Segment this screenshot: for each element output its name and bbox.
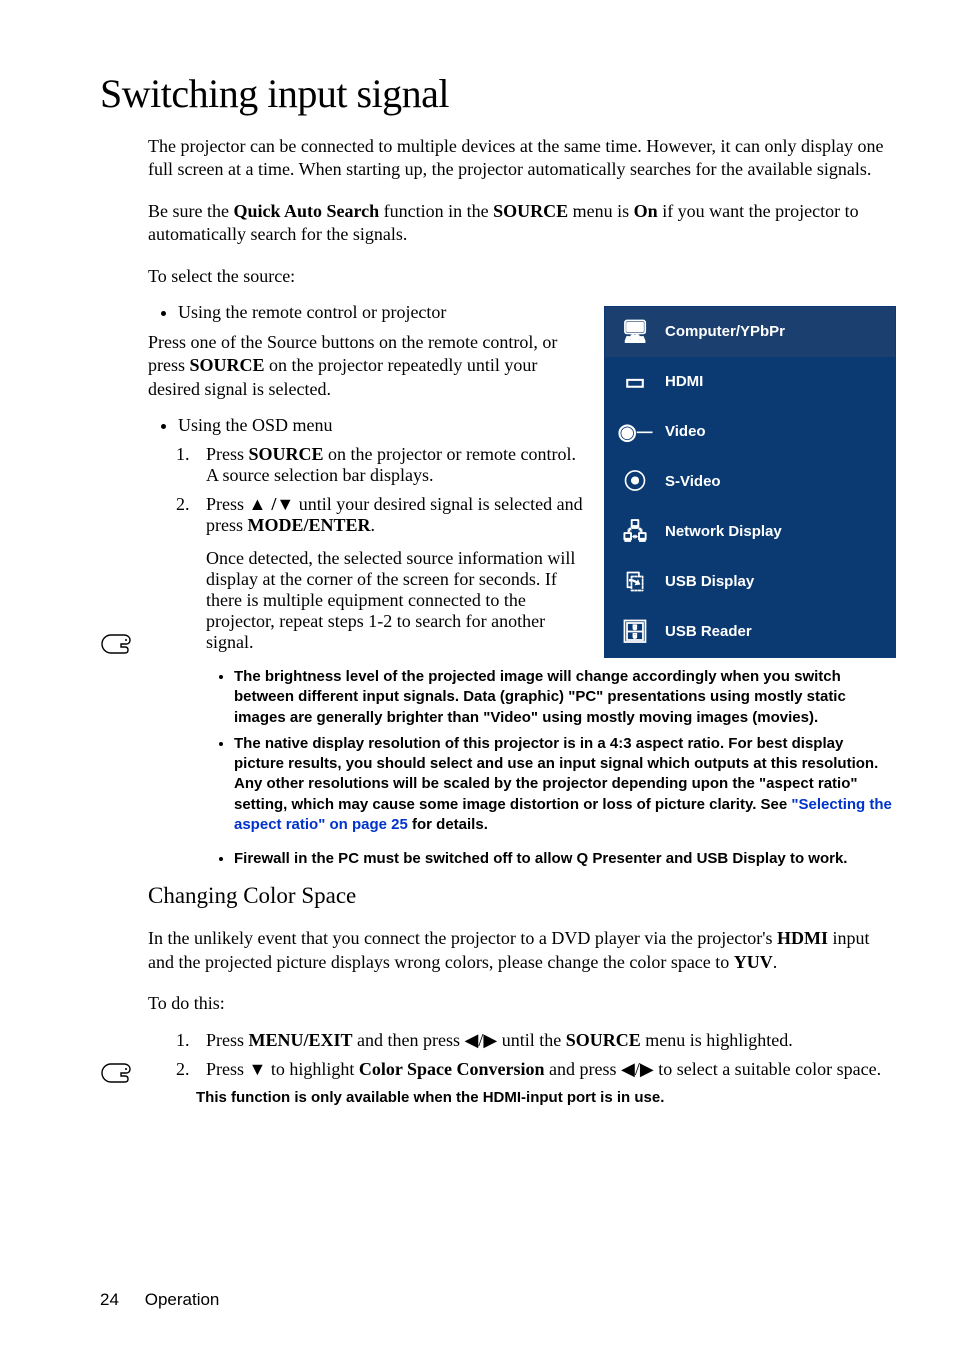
usb-reader-icon: 🗄 <box>605 621 665 643</box>
source-row-svideo: ⦿ S-Video <box>605 457 895 507</box>
page-number: 24 <box>100 1290 140 1310</box>
left-arrow-icon: ◀ <box>465 1030 479 1050</box>
source-row-usb-display: ⎘ USB Display <box>605 557 895 607</box>
source-label: USB Display <box>665 573 895 590</box>
source-row-usb-reader: 🗄 USB Reader <box>605 607 895 657</box>
notes-block: The brightness level of the projected im… <box>148 667 894 869</box>
source-label: Computer/YPbPr <box>665 323 895 340</box>
footer-section: Operation <box>145 1290 220 1309</box>
to-do-this: To do this: <box>148 992 894 1015</box>
down-arrow-icon: ▼ <box>276 494 294 514</box>
usb-display-icon: ⎘ <box>605 571 665 593</box>
note-hand-icon <box>100 633 136 655</box>
left-arrow-icon: ◀ <box>621 1059 635 1079</box>
svideo-icon: ⦿ <box>605 471 665 493</box>
computer-icon: 🖥 <box>605 321 665 343</box>
page-title: Switching input signal <box>100 70 894 117</box>
intro-paragraph-2: Be sure the Quick Auto Search function i… <box>148 200 894 247</box>
remote-paragraph: Press one of the Source buttons on the r… <box>148 331 586 401</box>
up-arrow-icon: ▲ <box>249 494 272 514</box>
step-1: Press SOURCE on the projector or remote … <box>194 444 586 486</box>
right-arrow-icon: ▶ <box>483 1030 497 1050</box>
ccs-step-2: Press ▼ to highlight Color Space Convers… <box>194 1059 894 1080</box>
hdmi-icon: ▭ <box>605 371 665 393</box>
note-3: Firewall in the PC must be switched off … <box>234 849 894 869</box>
source-row-computer: 🖥 Computer/YPbPr <box>605 307 895 357</box>
page-footer: 24 Operation <box>100 1290 219 1310</box>
to-select-source: To select the source: <box>148 265 894 288</box>
network-icon: 🖧 <box>605 521 665 543</box>
source-selection-panel: 🖥 Computer/YPbPr ▭ HDMI ◉─ Video ⦿ S-Vid… <box>604 306 896 658</box>
source-label: Video <box>665 423 895 440</box>
video-icon: ◉─ <box>605 421 665 443</box>
note-2: The native display resolution of this pr… <box>234 734 894 835</box>
step-2-detected: Once detected, the selected source infor… <box>206 548 586 653</box>
bullet-osd: Using the OSD menu <box>178 415 586 436</box>
source-row-hdmi: ▭ HDMI <box>605 357 895 407</box>
down-arrow-icon: ▼ <box>249 1059 267 1079</box>
source-row-network: 🖧 Network Display <box>605 507 895 557</box>
note-hand-icon <box>100 1062 136 1084</box>
intro-paragraph-1: The projector can be connected to multip… <box>148 135 894 182</box>
right-arrow-icon: ▶ <box>640 1059 654 1079</box>
source-label: HDMI <box>665 373 895 390</box>
color-space-paragraph: In the unlikely event that you connect t… <box>148 927 894 974</box>
source-row-video: ◉─ Video <box>605 407 895 457</box>
changing-color-space-heading: Changing Color Space <box>148 883 894 909</box>
final-note: This function is only available when the… <box>148 1088 894 1108</box>
step-2: Press ▲ /▼ until your desired signal is … <box>194 494 586 653</box>
ccs-step-1: Press MENU/EXIT and then press ◀/▶ until… <box>194 1030 894 1051</box>
note-1: The brightness level of the projected im… <box>234 667 894 728</box>
source-label: S-Video <box>665 473 895 490</box>
source-label: Network Display <box>665 523 895 540</box>
bullet-remote: Using the remote control or projector <box>178 302 586 323</box>
source-label: USB Reader <box>665 623 895 640</box>
